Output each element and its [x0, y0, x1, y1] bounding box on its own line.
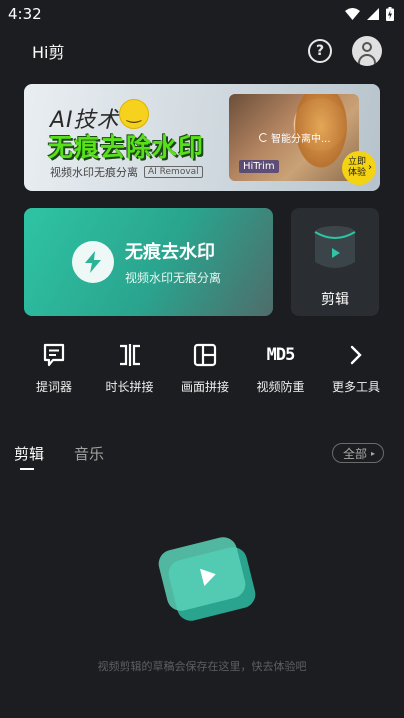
video-edit-icon: [314, 226, 356, 268]
tool-label: 更多工具: [331, 380, 380, 394]
md5-icon-text: MD5: [266, 345, 296, 365]
edit-card[interactable]: 剪辑: [291, 208, 379, 316]
banner-headline: 无痕去除水印: [48, 133, 205, 162]
app-bar: Hi剪 ?: [0, 28, 404, 74]
watermark-removal-card[interactable]: 无痕去水印 视频水印无痕分离: [24, 208, 273, 316]
view-all-button[interactable]: 全部 ▸: [331, 443, 384, 463]
caret-right-icon: ▸: [370, 448, 375, 458]
duration-join-icon: [117, 342, 143, 368]
profile-avatar-button[interactable]: [352, 36, 382, 66]
tool-more[interactable]: 更多工具: [322, 342, 390, 402]
md5-icon: MD5: [266, 342, 296, 368]
tools-row: 提词器 时长拼接 画面拼接 MD5 视频防重 更多工具: [20, 342, 390, 402]
banner-subtitle-row: 视频水印无痕分离 AI Removal: [50, 164, 203, 180]
tool-label: 提词器: [35, 380, 72, 394]
banner-brand: HiTrim: [239, 160, 279, 173]
banner-subtitle: 视频水印无痕分离: [50, 166, 138, 179]
status-bar: 4:32: [0, 0, 404, 28]
loading-spinner-icon: [259, 133, 268, 142]
chevron-right-icon: ›: [368, 162, 372, 173]
empty-drafts-illustration: [158, 537, 256, 621]
tool-duration-join[interactable]: 时长拼接: [96, 342, 164, 402]
tool-screen-join[interactable]: 画面拼接: [171, 342, 239, 402]
banner-progress-text: 智能分离中...: [271, 134, 331, 145]
tool-video-dedupe[interactable]: MD5 视频防重: [247, 342, 315, 402]
status-icons: [345, 7, 394, 21]
app-title: Hi剪: [32, 43, 65, 62]
wifi-icon: [345, 8, 360, 20]
help-icon: ?: [315, 43, 325, 59]
help-button[interactable]: ?: [308, 39, 332, 63]
banner-progress: 智能分离中...: [259, 130, 331, 145]
promo-banner[interactable]: AI技术 ‿ 无痕去除水印 视频水印无痕分离 AI Removal 智能分离中.…: [24, 84, 380, 191]
battery-charging-icon: [386, 7, 394, 21]
banner-tag: AI Removal: [144, 166, 203, 178]
empty-state-text: 视频剪辑的草稿会保存在这里，快去体验吧: [97, 660, 307, 673]
status-time: 4:32: [8, 5, 42, 23]
banner-try-now-button[interactable]: 立即体验 ›: [342, 151, 376, 185]
app-bar-actions: ?: [308, 36, 382, 66]
edit-card-label: 剪辑: [321, 292, 349, 308]
tool-teleprompter[interactable]: 提词器: [20, 342, 88, 402]
cellular-signal-icon: [367, 8, 379, 20]
lightning-icon: [72, 241, 114, 283]
avatar-head-icon: [362, 42, 372, 52]
banner-cta-label: 立即体验: [347, 157, 366, 178]
teleprompter-icon: [43, 342, 65, 368]
chevron-right-icon: [349, 342, 363, 368]
view-all-label: 全部: [342, 446, 367, 461]
tool-label: 视频防重: [256, 380, 305, 394]
screen-join-icon: [193, 342, 217, 368]
avatar-body-icon: [358, 54, 376, 66]
tool-label: 时长拼接: [105, 380, 154, 394]
tab-edit[interactable]: 剪辑: [14, 443, 44, 470]
tool-label: 画面拼接: [180, 380, 229, 394]
smiley-icon: ‿: [119, 99, 149, 129]
banner-photo: 智能分离中... HiTrim: [229, 94, 359, 181]
feature-card-subtitle: 视频水印无痕分离: [125, 271, 222, 285]
feature-card-title: 无痕去水印: [125, 242, 215, 263]
tab-music[interactable]: 音乐: [74, 443, 104, 464]
content-tabs: 剪辑 音乐 全部 ▸: [14, 436, 384, 470]
